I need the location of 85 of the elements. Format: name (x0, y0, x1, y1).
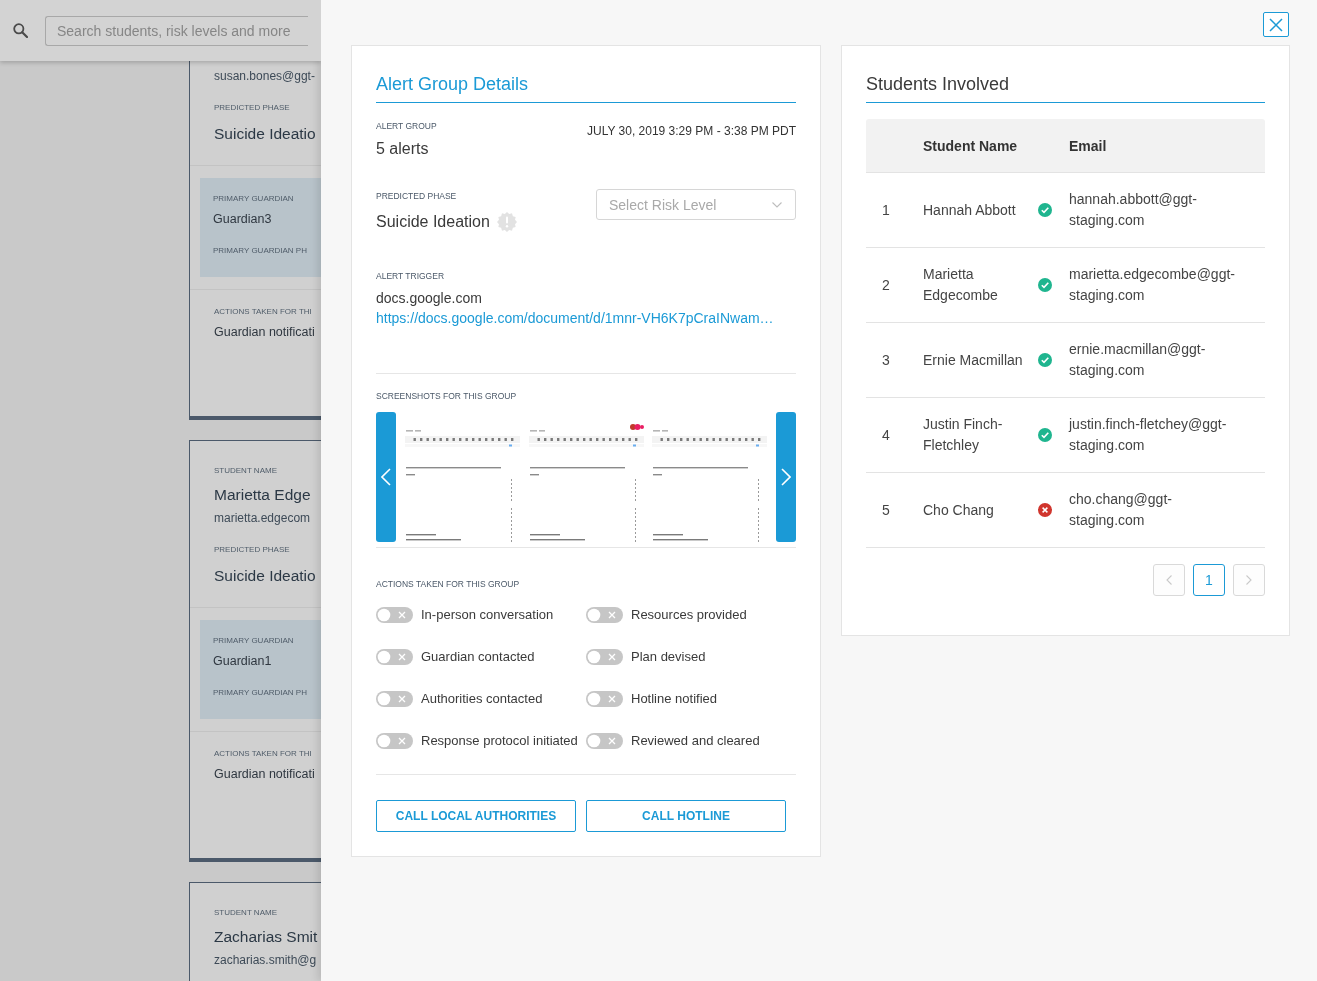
column-header: Student Name (923, 137, 1018, 154)
chevron-down-icon (772, 201, 782, 208)
panel-title: Students Involved (866, 72, 1265, 103)
search-icon (13, 23, 28, 38)
field-value: Guardian3 (213, 211, 272, 228)
field-label: ALERT GROUP (376, 120, 437, 132)
student-name: Ernie Macmillan (923, 350, 1023, 370)
field-value: Guardian notificati (214, 324, 315, 341)
student-email: hannah.abbott@ggt-staging.com (1069, 190, 1198, 230)
student-name: Cho Chang (923, 500, 994, 520)
toggle-switch[interactable] (586, 607, 623, 623)
predicted-phase: Suicide Ideatio (214, 566, 316, 586)
field-label: ACTIONS TAKEN FOR THI (214, 748, 312, 760)
toggle-label: Response protocol initiated (421, 732, 578, 750)
student-name: Hannah Abbott (923, 200, 1016, 220)
time-range: JULY 30, 2019 3:29 PM - 3:38 PM PDT (587, 123, 796, 139)
toggle-label: Reviewed and cleared (631, 732, 760, 750)
toggle-switch[interactable] (586, 691, 623, 707)
call-button[interactable]: CALL LOCAL AUTHORITIES (376, 800, 576, 832)
exclamation-badge-icon (496, 212, 517, 232)
field-label: PRIMARY GUARDIAN PH (213, 245, 307, 257)
trigger-site: docs.google.com (376, 289, 482, 308)
column-header: Email (1069, 137, 1107, 154)
field-label: PRIMARY GUARDIAN (213, 193, 294, 205)
risk-level-select[interactable]: Select Risk Level (596, 189, 796, 220)
toggle-switch[interactable] (376, 607, 413, 623)
trigger-link[interactable]: https://docs.google.com/document/d/1mnr-VH6K7pCraINwam… (376, 308, 774, 328)
student-name: Zacharias Smit (214, 927, 318, 947)
student-email: marietta.edgecombe@ggt-staging.com (1069, 265, 1236, 305)
chevron-right-icon (1246, 575, 1252, 585)
chevron-left-icon (1166, 575, 1172, 585)
chevron-left-icon (381, 468, 391, 486)
alert-count: 5 alerts (376, 139, 429, 159)
section-label: SCREENSHOTS FOR THIS GROUP (376, 390, 517, 402)
student-card[interactable]: STUDENT NAME Zacharias Smit zacharias.smith@g (189, 882, 321, 981)
student-name: Marietta Edge (214, 485, 311, 505)
predicted-phase: Suicide Ideation (376, 212, 490, 232)
toggle-switch[interactable] (586, 733, 623, 749)
toggle-label: Guardian contacted (421, 648, 535, 666)
field-value: Guardian1 (213, 653, 272, 670)
toggle-label: Plan devised (631, 648, 706, 666)
student-card[interactable]: STUDENT NAME Marietta Edge marietta.edgecom PREDICTED PHASE Suicide Ideatio PRIMARY GUARDIAN Guardian1 PRIMARY GUARDIAN PH ACTIONS TAKEN FOR THI Guardian notificati (189, 440, 321, 862)
student-name: Justin Finch-Fletchley (923, 415, 1004, 455)
field-label: PRIMARY GUARDIAN (213, 635, 294, 647)
row-number: 4 (882, 427, 890, 443)
field-label: STUDENT NAME (214, 465, 277, 477)
field-label: PREDICTED PHASE (376, 190, 457, 202)
student-email: ernie.macmillan@ggt-staging.com (1069, 340, 1207, 380)
chevron-right-icon (781, 468, 791, 486)
field-label: ALERT TRIGGER (376, 270, 445, 282)
predicted-phase: Suicide Ideatio (214, 124, 316, 144)
toggle-switch[interactable] (376, 691, 413, 707)
row-number: 5 (882, 502, 890, 518)
search-field[interactable]: Search students, risk levels and more (45, 15, 308, 46)
close-icon (1269, 17, 1283, 32)
student-name: Marietta Edgecombe (923, 265, 999, 305)
toggle-label: Authorities contacted (421, 690, 543, 708)
student-card[interactable]: susan.bones@ggt- PREDICTED PHASE Suicide Ideatio PRIMARY GUARDIAN Guardian3 PRIMARY GUARDIAN PH ACTIONS TAKEN FOR THI Guardian notificati (189, 61, 321, 420)
student-email: justin.finch-fletchey@ggt-staging.com (1069, 415, 1228, 455)
close-button[interactable] (1263, 12, 1289, 37)
page-button[interactable]: 1 (1193, 564, 1225, 596)
student-email: susan.bones@ggt- (214, 68, 315, 85)
field-label: ACTIONS TAKEN FOR THI (214, 306, 312, 318)
row-number: 3 (882, 352, 890, 368)
field-value: Guardian notificati (214, 766, 315, 783)
row-number: 2 (882, 277, 890, 293)
toggle-switch[interactable] (586, 649, 623, 665)
panel-title: Alert Group Details (376, 72, 796, 103)
section-label: ACTIONS TAKEN FOR THIS GROUP (376, 578, 520, 590)
field-label: PREDICTED PHASE (214, 544, 290, 556)
student-email: cho.chang@ggt-staging.com (1069, 490, 1173, 530)
call-button[interactable]: CALL HOTLINE (586, 800, 786, 832)
next-button[interactable] (776, 412, 796, 542)
field-label: PREDICTED PHASE (214, 102, 290, 114)
toggle-switch[interactable] (376, 649, 413, 665)
student-email: marietta.edgecom (214, 510, 311, 527)
toggle-label: In-person conversation (421, 606, 554, 624)
toggle-switch[interactable] (376, 733, 413, 749)
toggle-label: Resources provided (631, 606, 747, 624)
toggle-label: Hotline notified (631, 690, 717, 708)
student-email: zacharias.smith@g (214, 952, 317, 969)
row-number: 1 (882, 202, 890, 218)
previous-button[interactable] (376, 412, 396, 542)
field-label: STUDENT NAME (214, 907, 277, 919)
field-label: PRIMARY GUARDIAN PH (213, 687, 307, 699)
